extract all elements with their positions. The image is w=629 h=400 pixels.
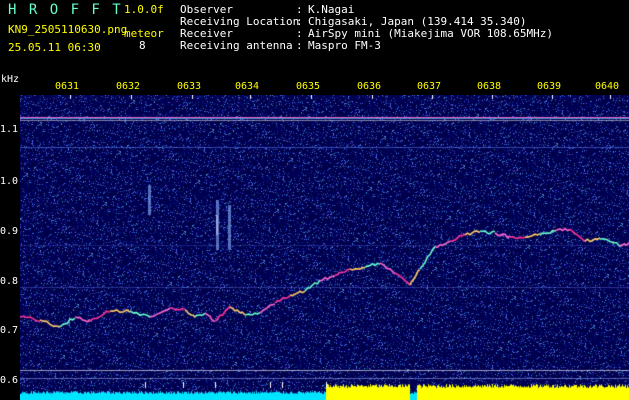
- spectrogram-canvas: [20, 95, 629, 400]
- filename-label: KN9_2505110630.png: [8, 23, 128, 36]
- time-tick-label: 0636: [357, 81, 382, 92]
- app-title: H R O F F T: [8, 2, 123, 18]
- freq-tick-label: 0.6: [0, 375, 19, 386]
- time-tick-label: 0631: [55, 81, 80, 92]
- hrofft-window: { "header": { "app_title": "H R O F F T"…: [0, 0, 629, 400]
- info-value-antenna: Maspro FM-3: [308, 39, 381, 52]
- freq-tick-label: 0.9: [0, 226, 19, 237]
- time-tick-label: 0633: [177, 81, 202, 92]
- freq-tick-label: 0.7: [0, 325, 19, 336]
- info-key-antenna: Receiving antenna: [180, 39, 293, 52]
- time-tick-label: 0640: [595, 81, 620, 92]
- freq-tick-label: 0.8: [0, 276, 19, 287]
- meteor-count: 8: [139, 39, 146, 52]
- time-tick-label: 0632: [116, 81, 141, 92]
- time-tick-label: 0637: [417, 81, 442, 92]
- version-label: 1.0.0f: [124, 3, 164, 16]
- time-tick-label: 0634: [235, 81, 260, 92]
- yaxis-unit: kHz: [1, 74, 20, 85]
- time-tick-label: 0639: [537, 81, 562, 92]
- info-sep: :: [296, 39, 303, 52]
- time-tick-label: 0638: [477, 81, 502, 92]
- freq-tick-label: 1.0: [0, 176, 19, 187]
- datetime-label: 25.05.11 06:30: [8, 41, 101, 54]
- time-tick-label: 0635: [296, 81, 321, 92]
- freq-tick-label: 1.1: [0, 124, 19, 135]
